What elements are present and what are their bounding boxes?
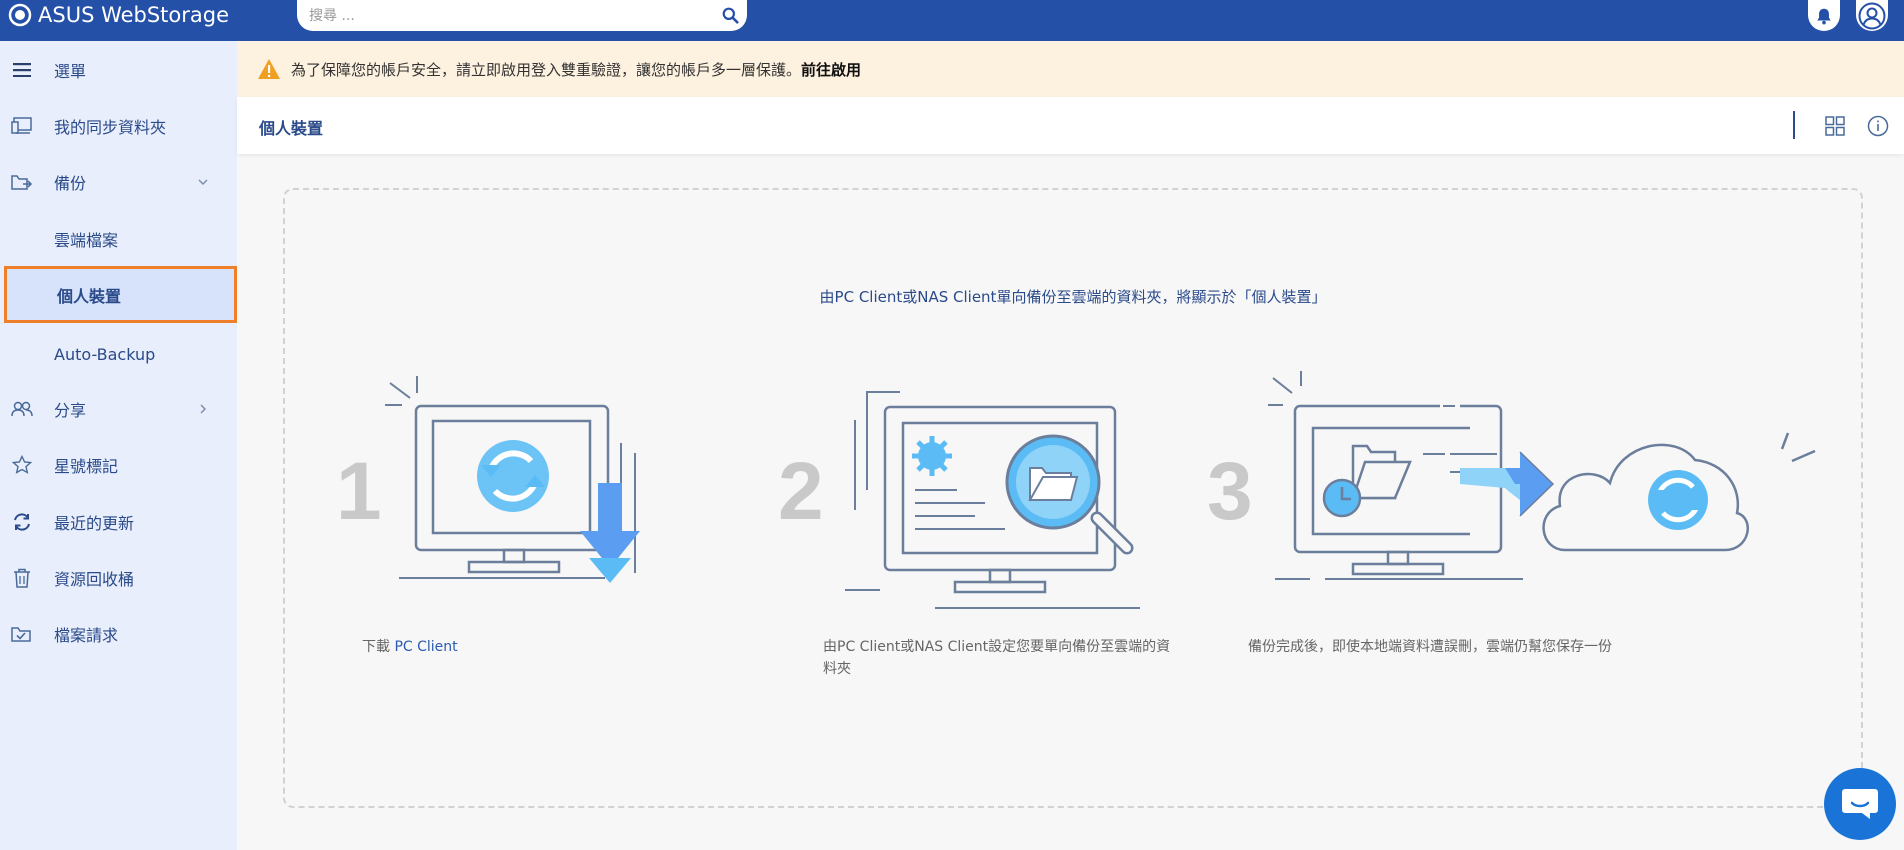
sidebar-item-sync-folder[interactable]: 我的同步資料夾 xyxy=(0,100,237,152)
bell-icon xyxy=(1817,8,1831,24)
user-avatar-icon xyxy=(1858,2,1886,29)
warning-icon xyxy=(258,59,280,79)
recent-updates-icon xyxy=(11,511,33,533)
sidebar-item-label: 個人裝置 xyxy=(57,286,122,306)
sidebar-item-label: 星號標記 xyxy=(54,457,119,476)
trash-icon xyxy=(11,567,33,589)
backup-icon xyxy=(11,171,33,193)
sidebar-item-recent-updates[interactable]: 最近的更新 xyxy=(0,496,237,548)
download-pc-client-illustration xyxy=(385,376,640,583)
chat-button[interactable] xyxy=(1824,768,1896,840)
sidebar-item-label: 備份 xyxy=(54,174,87,193)
header-divider xyxy=(1793,111,1795,139)
chat-icon xyxy=(1842,789,1878,819)
sidebar-item-starred[interactable]: 星號標記 xyxy=(0,439,237,491)
sidebar-item-label: 雲端檔案 xyxy=(54,231,119,250)
sidebar-item-label: 分享 xyxy=(54,401,87,420)
search-icon xyxy=(722,7,739,24)
sync-folder-icon xyxy=(11,115,33,137)
enable-2fa-link[interactable]: 前往啟用 xyxy=(801,59,861,80)
chevron-down-icon xyxy=(198,179,208,185)
sidebar-item-cloud-files[interactable]: 雲端檔案 xyxy=(0,213,237,265)
file-request-icon xyxy=(11,623,33,645)
step-3-caption: 備份完成後，即使本地端資料遭誤刪，雲端仍幫您保存一份 xyxy=(1248,639,1612,655)
star-icon xyxy=(11,454,33,476)
app-brand[interactable]: ASUS WebStorage xyxy=(8,3,229,27)
sidebar-item-personal-devices[interactable]: 個人裝置 xyxy=(4,266,237,323)
notifications-button[interactable] xyxy=(1808,0,1840,31)
sidebar-item-label: Auto-Backup xyxy=(54,344,156,364)
sidebar-item-menu[interactable]: 選單 xyxy=(0,44,237,96)
set-backup-folder-illustration xyxy=(845,391,1140,609)
info-icon[interactable] xyxy=(1867,115,1889,137)
step-3-number: 3 xyxy=(1207,446,1253,537)
search-button[interactable] xyxy=(713,0,747,31)
two-factor-alert-banner: 為了保障您的帳戶安全，請立即啟用登入雙重驗證，讓您的帳戶多一層保護。 前往啟用 xyxy=(237,41,1904,97)
alert-text: 為了保障您的帳戶安全，請立即啟用登入雙重驗證，讓您的帳戶多一層保護。 xyxy=(291,60,802,79)
sidebar-item-label: 我的同步資料夾 xyxy=(54,118,167,137)
sidebar-item-label: 檔案請求 xyxy=(54,626,119,645)
sidebar-item-label: 資源回收桶 xyxy=(54,570,135,589)
empty-state-panel: 由PC Client或NAS Client單向備份至雲端的資料夾，將顯示於「個人… xyxy=(283,188,1863,808)
step-2-caption: 由PC Client或NAS Client設定您要單向備份至雲端的資 料夾 xyxy=(823,636,1203,680)
step-2-caption-line2: 料夾 xyxy=(823,661,851,677)
asus-logo-icon xyxy=(8,3,32,27)
sidebar: 選單 我的同步資料夾 備份 雲端檔案 個人裝置 Auto-Backup 分享 星… xyxy=(0,41,237,850)
top-bar: ASUS WebStorage xyxy=(0,0,1904,41)
download-pc-client-link[interactable]: PC Client xyxy=(394,639,457,655)
app-title: ASUS WebStorage xyxy=(38,3,230,27)
hamburger-menu-icon xyxy=(11,59,33,81)
sidebar-item-trash[interactable]: 資源回收桶 xyxy=(0,552,237,604)
search-box xyxy=(297,0,747,31)
step-1-caption: 下載 PC Client xyxy=(362,636,458,658)
step-1-number: 1 xyxy=(336,446,382,537)
page-title: 個人裝置 xyxy=(259,119,324,138)
sidebar-item-share[interactable]: 分享 xyxy=(0,383,237,435)
chevron-right-icon xyxy=(200,404,206,414)
search-input[interactable] xyxy=(297,7,713,24)
sidebar-item-label: 選單 xyxy=(54,62,87,81)
sidebar-item-file-request[interactable]: 檔案請求 xyxy=(0,608,237,660)
page-header: 個人裝置 xyxy=(237,97,1904,154)
cloud-backup-illustration xyxy=(1268,371,1816,580)
grid-view-icon[interactable] xyxy=(1824,115,1846,137)
share-icon xyxy=(11,398,33,420)
sidebar-item-auto-backup[interactable]: Auto-Backup xyxy=(0,328,237,380)
step-2-caption-line1: 由PC Client或NAS Client設定您要單向備份至雲端的資 xyxy=(823,639,1171,655)
user-avatar-button[interactable] xyxy=(1856,0,1888,31)
step-1-caption-text: 下載 xyxy=(362,639,395,655)
sidebar-item-backup[interactable]: 備份 xyxy=(0,156,237,208)
empty-state-message: 由PC Client或NAS Client單向備份至雲端的資料夾，將顯示於「個人… xyxy=(819,288,1327,306)
step-2-number: 2 xyxy=(778,446,824,537)
sidebar-item-label: 最近的更新 xyxy=(54,514,135,533)
